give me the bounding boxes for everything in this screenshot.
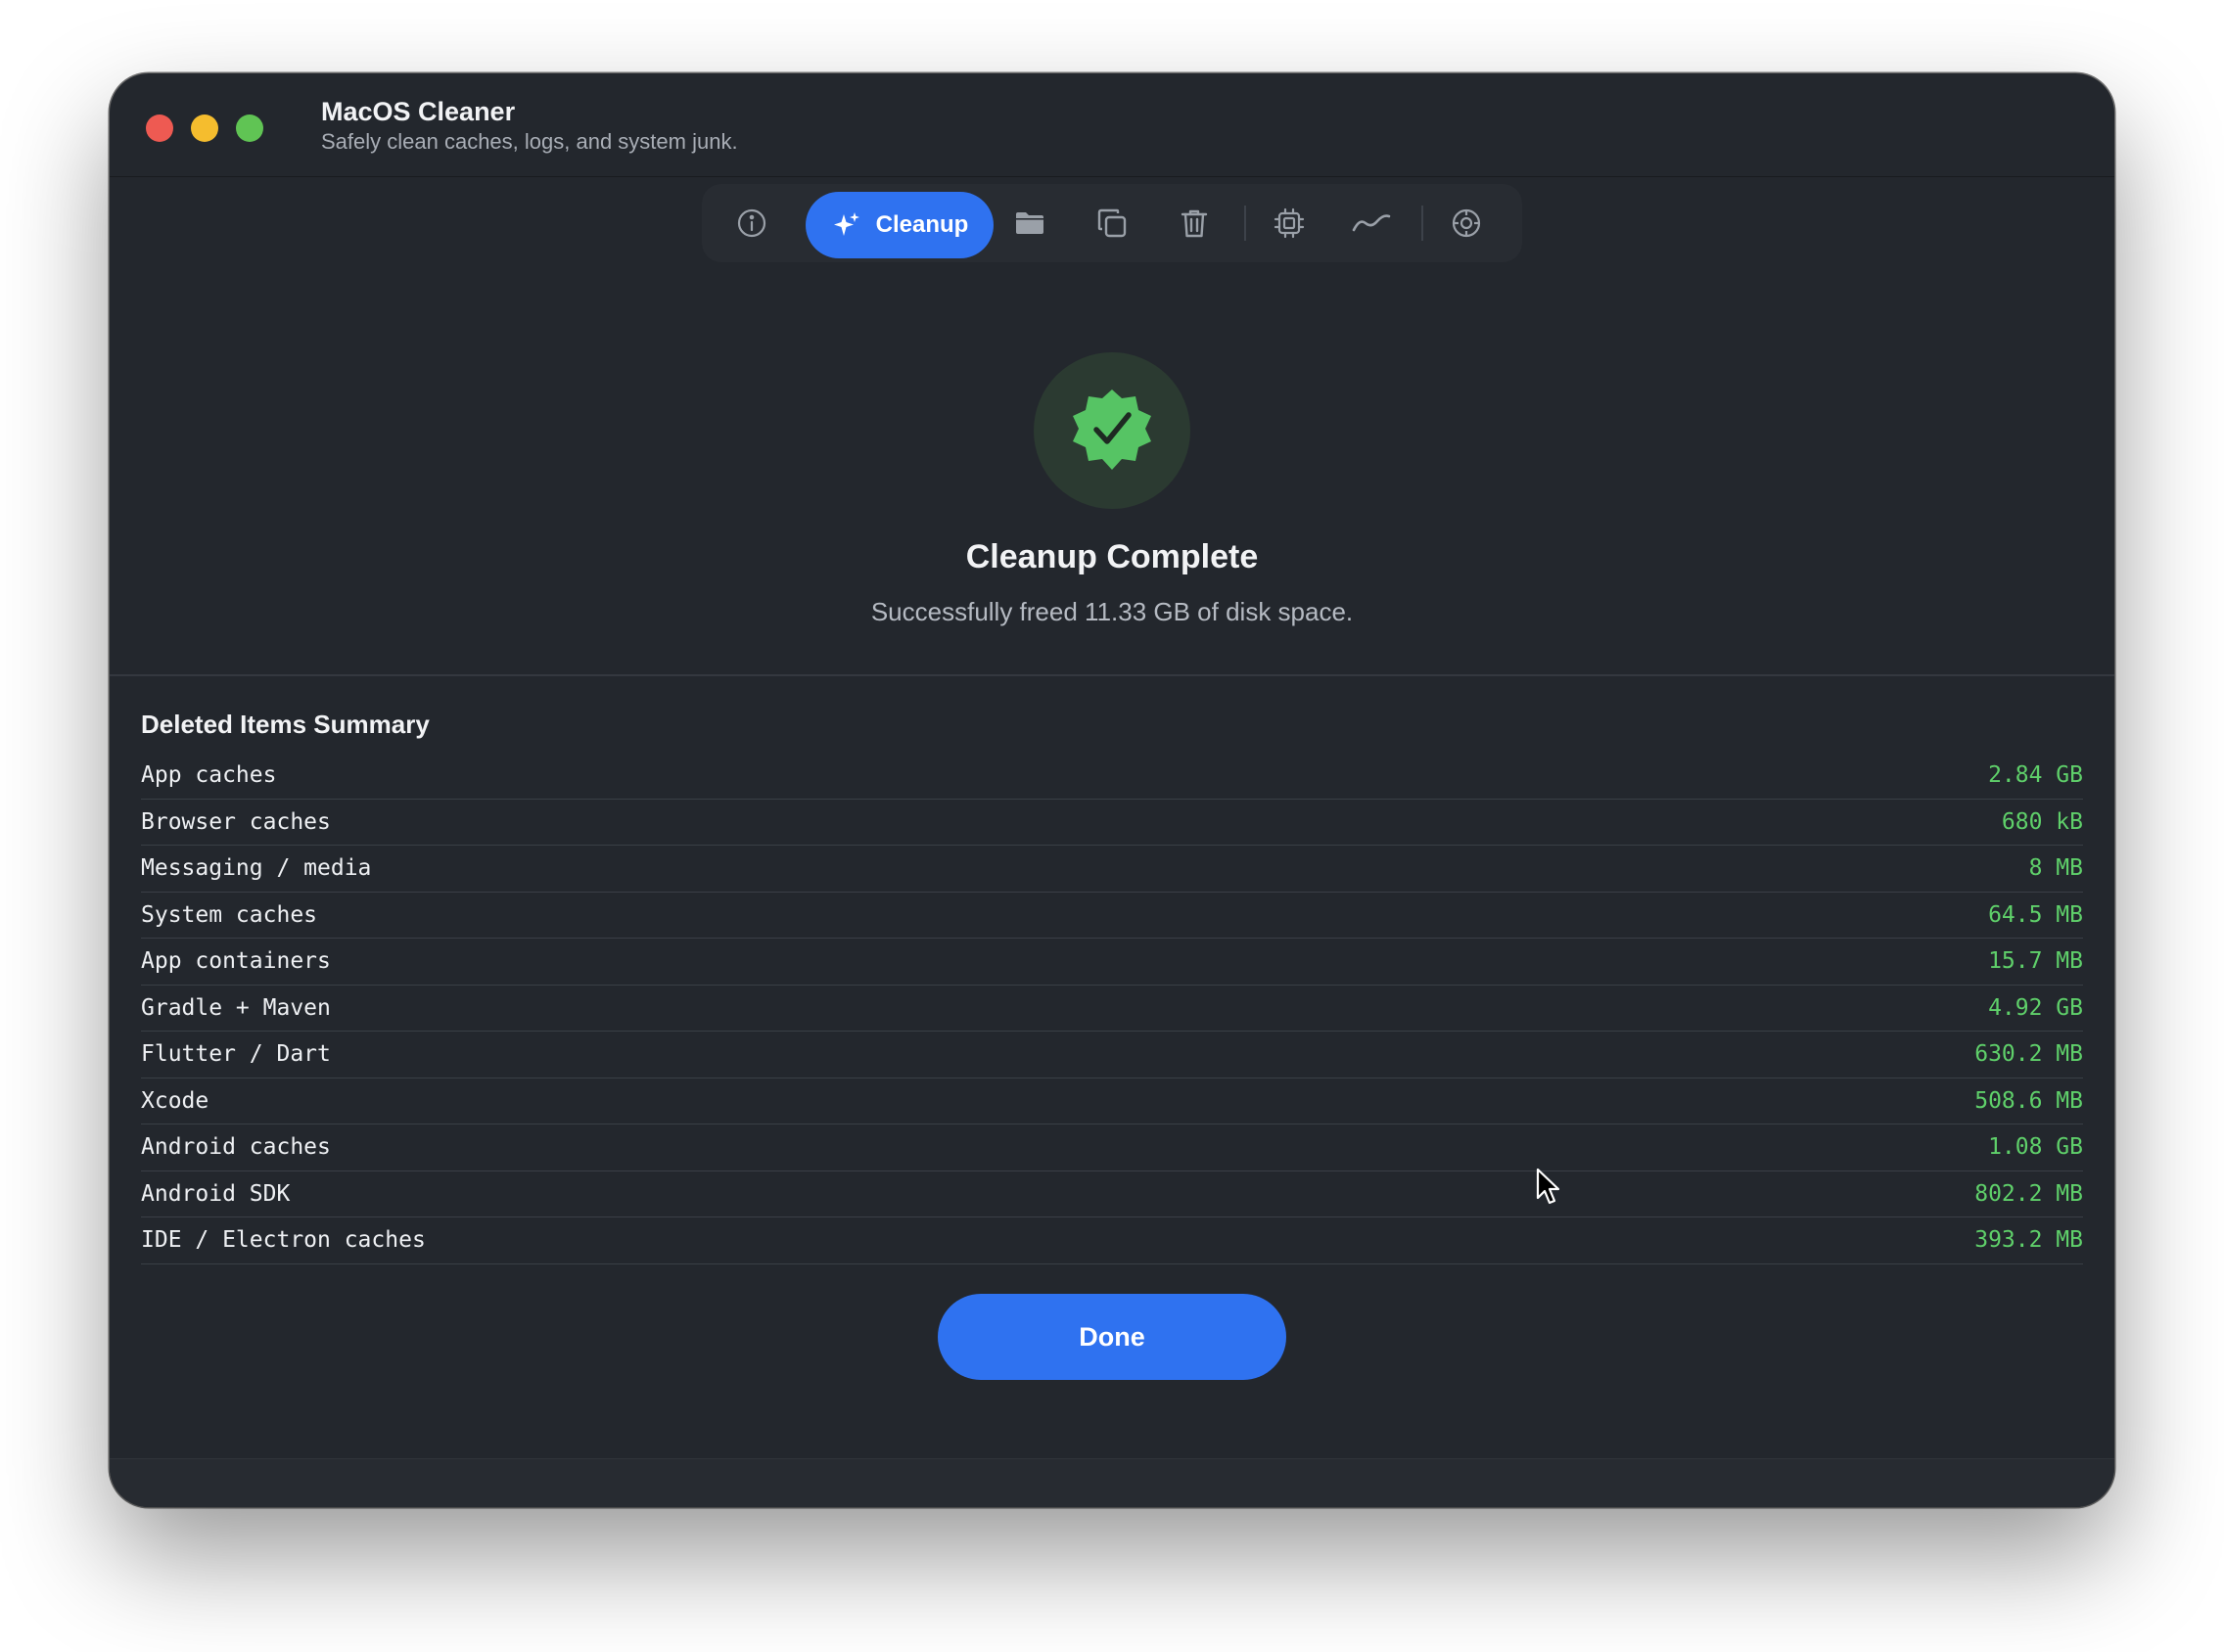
zoom-window-button[interactable] bbox=[236, 115, 263, 142]
list-item: Flutter / Dart 630.2 MB bbox=[141, 1032, 2083, 1078]
duplicate-icon bbox=[1097, 208, 1127, 238]
main-toolbar: Cleanup bbox=[702, 184, 1522, 262]
list-item: Android caches 1.08 GB bbox=[141, 1124, 2083, 1171]
tab-monitor[interactable] bbox=[1341, 193, 1402, 253]
list-item: Android SDK 802.2 MB bbox=[141, 1171, 2083, 1217]
item-size: 508.6 MB bbox=[1974, 1087, 2083, 1114]
list-item: System caches 64.5 MB bbox=[141, 893, 2083, 939]
gauge-icon bbox=[737, 208, 766, 238]
folder-icon bbox=[1016, 212, 1043, 234]
settings-icon bbox=[1452, 208, 1481, 238]
toolbar-separator bbox=[1244, 206, 1246, 241]
item-name: Gradle + Maven bbox=[141, 994, 331, 1021]
app-title: MacOS Cleaner bbox=[321, 97, 516, 126]
tab-settings[interactable] bbox=[1436, 193, 1497, 253]
list-item: IDE / Electron caches 393.2 MB bbox=[141, 1217, 2083, 1264]
checkmark-seal-icon bbox=[1073, 390, 1151, 470]
list-item: Xcode 508.6 MB bbox=[141, 1078, 2083, 1124]
result-title: Cleanup Complete bbox=[965, 538, 1259, 575]
item-name: Messaging / media bbox=[141, 855, 372, 882]
tab-dashboard[interactable] bbox=[721, 193, 782, 253]
mouse-pointer-icon bbox=[1536, 1168, 1560, 1205]
item-name: Android caches bbox=[141, 1134, 331, 1161]
activity-icon bbox=[1352, 214, 1391, 232]
status-footer bbox=[110, 1458, 2114, 1507]
close-window-button[interactable] bbox=[146, 115, 173, 142]
item-size: 64.5 MB bbox=[1988, 901, 2083, 928]
list-item: App containers 15.7 MB bbox=[141, 939, 2083, 986]
toolbar-separator bbox=[1421, 206, 1423, 241]
item-size: 393.2 MB bbox=[1974, 1227, 2083, 1254]
item-size: 680 kB bbox=[2001, 808, 2083, 835]
result-message: Successfully freed 11.33 GB of disk spac… bbox=[870, 597, 1354, 626]
item-name: Flutter / Dart bbox=[141, 1041, 331, 1068]
title-bar: MacOS Cleaner Safely clean caches, logs,… bbox=[110, 73, 2114, 177]
item-size: 2.84 GB bbox=[1988, 762, 2083, 789]
summary-title: Deleted Items Summary bbox=[141, 710, 430, 739]
item-size: 1.08 GB bbox=[1988, 1134, 2083, 1161]
app-subtitle: Safely clean caches, logs, and system ju… bbox=[321, 129, 738, 154]
success-badge bbox=[1034, 352, 1190, 509]
done-button[interactable]: Done bbox=[938, 1294, 1286, 1380]
trash-icon bbox=[1181, 209, 1208, 238]
item-size: 15.7 MB bbox=[1988, 948, 2083, 975]
item-size: 8 MB bbox=[2028, 855, 2083, 882]
item-name: Browser caches bbox=[141, 808, 331, 835]
tab-cleanup[interactable]: Cleanup bbox=[806, 192, 994, 258]
item-size: 4.92 GB bbox=[1988, 994, 2083, 1021]
item-name: Android SDK bbox=[141, 1180, 291, 1207]
minimize-window-button[interactable] bbox=[191, 115, 218, 142]
item-size: 630.2 MB bbox=[1974, 1041, 2083, 1068]
item-name: Xcode bbox=[141, 1087, 209, 1114]
item-name: IDE / Electron caches bbox=[141, 1227, 426, 1254]
list-item: App caches 2.84 GB bbox=[141, 753, 2083, 800]
tab-duplicates[interactable] bbox=[1082, 193, 1142, 253]
item-size: 802.2 MB bbox=[1974, 1180, 2083, 1207]
tab-memory[interactable] bbox=[1259, 193, 1320, 253]
list-item: Messaging / media 8 MB bbox=[141, 846, 2083, 893]
tab-large-files[interactable] bbox=[999, 193, 1060, 253]
sparkles-icon bbox=[833, 212, 859, 236]
cpu-icon bbox=[1274, 207, 1305, 239]
item-name: App caches bbox=[141, 762, 277, 789]
item-name: System caches bbox=[141, 901, 318, 928]
deleted-items-list: App caches 2.84 GB Browser caches 680 kB M… bbox=[141, 753, 2083, 1264]
section-divider bbox=[110, 674, 2114, 676]
list-item: Gradle + Maven 4.92 GB bbox=[141, 986, 2083, 1032]
tab-cleanup-label: Cleanup bbox=[875, 211, 969, 238]
item-name: App containers bbox=[141, 948, 331, 975]
tab-uninstaller[interactable] bbox=[1164, 193, 1225, 253]
list-item: Browser caches 680 kB bbox=[141, 800, 2083, 846]
app-window: MacOS Cleaner Safely clean caches, logs,… bbox=[110, 73, 2114, 1507]
